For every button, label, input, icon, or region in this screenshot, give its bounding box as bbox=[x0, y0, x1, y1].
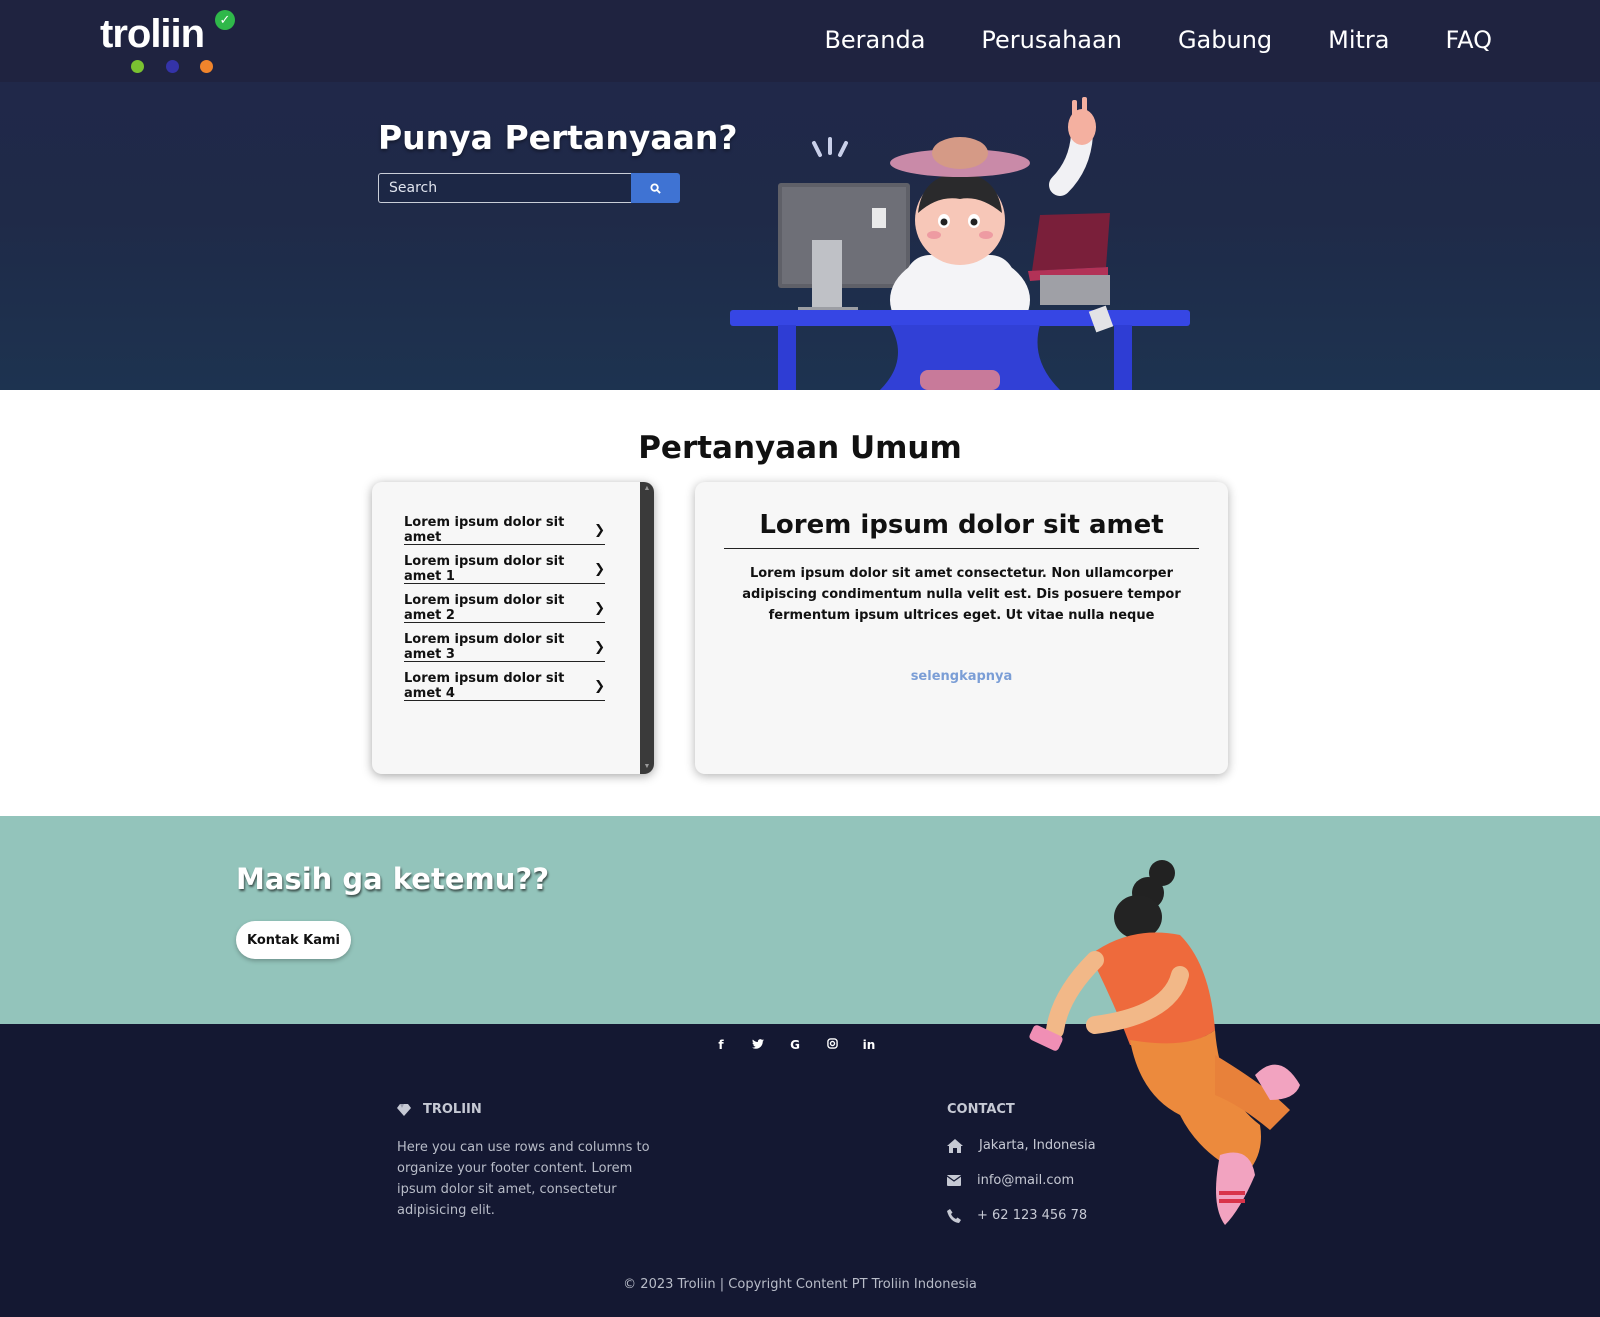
question-item[interactable]: Lorem ipsum dolor sit amet 4 ❯ bbox=[404, 662, 605, 701]
question-label: Lorem ipsum dolor sit amet 4 bbox=[404, 671, 565, 701]
footer-brand-name: TROLIIN bbox=[423, 1102, 482, 1117]
question-label: Lorem ipsum dolor sit amet 3 bbox=[404, 632, 565, 662]
question-item[interactable]: Lorem ipsum dolor sit amet 3 ❯ bbox=[404, 623, 605, 662]
home-icon bbox=[947, 1138, 963, 1153]
contact-heading: CONTACT bbox=[947, 1102, 1015, 1117]
chevron-right-icon: ❯ bbox=[594, 600, 605, 616]
cta-title: Masih ga ketemu?? bbox=[236, 862, 550, 896]
facebook-icon[interactable]: f bbox=[714, 1035, 728, 1055]
navbar: troliin ✓ Beranda Perusahaan Gabung Mitr… bbox=[0, 0, 1600, 82]
contact-button[interactable]: Kontak Kami bbox=[236, 921, 351, 959]
nav-links: Beranda Perusahaan Gabung Mitra FAQ bbox=[824, 26, 1492, 54]
google-icon[interactable]: G bbox=[788, 1035, 802, 1055]
question-label: Lorem ipsum dolor sit amet 1 bbox=[404, 554, 565, 584]
search-icon bbox=[650, 182, 661, 194]
question-item[interactable]: Lorem ipsum dolor sit amet 1 ❯ bbox=[404, 545, 605, 584]
instagram-icon[interactable] bbox=[825, 1035, 839, 1055]
question-item[interactable]: Lorem ipsum dolor sit amet 2 ❯ bbox=[404, 584, 605, 623]
gem-icon bbox=[397, 1103, 411, 1116]
scroll-up-icon[interactable]: ▲ bbox=[640, 484, 654, 494]
hero-illustration bbox=[730, 97, 1190, 390]
hero-title: Punya Pertanyaan? bbox=[378, 118, 738, 157]
logo-dot-orange bbox=[200, 60, 213, 73]
answer-body: Lorem ipsum dolor sit amet consectetur. … bbox=[742, 566, 1181, 623]
nav-link-faq[interactable]: FAQ bbox=[1446, 26, 1493, 54]
nav-link-beranda[interactable]: Beranda bbox=[824, 26, 925, 54]
chevron-right-icon: ❯ bbox=[594, 561, 605, 577]
check-icon: ✓ bbox=[215, 10, 235, 30]
scroll-down-icon[interactable]: ▼ bbox=[640, 762, 654, 772]
chevron-right-icon: ❯ bbox=[594, 678, 605, 694]
question-list: Lorem ipsum dolor sit amet ❯ Lorem ipsum… bbox=[404, 506, 605, 701]
search-input[interactable] bbox=[378, 173, 631, 203]
question-label: Lorem ipsum dolor sit amet bbox=[404, 515, 565, 545]
chevron-right-icon: ❯ bbox=[594, 522, 605, 538]
envelope-icon bbox=[947, 1175, 961, 1186]
logo[interactable]: troliin ✓ bbox=[100, 8, 240, 78]
contact-cta-section: Masih ga ketemu?? Kontak Kami bbox=[0, 816, 1600, 1024]
logo-dot-green bbox=[131, 60, 144, 73]
question-list-card: Lorem ipsum dolor sit amet ❯ Lorem ipsum… bbox=[372, 482, 654, 774]
linkedin-icon[interactable]: in bbox=[862, 1035, 876, 1055]
answer-title: Lorem ipsum dolor sit amet bbox=[724, 510, 1199, 549]
chevron-right-icon: ❯ bbox=[594, 639, 605, 655]
logo-dot-blue bbox=[166, 60, 179, 73]
nav-link-perusahaan[interactable]: Perusahaan bbox=[981, 26, 1122, 54]
twitter-icon[interactable] bbox=[751, 1035, 765, 1055]
search-bar bbox=[378, 173, 680, 203]
social-links: f G in bbox=[714, 1035, 876, 1055]
footer: f G in TROLIIN Here you can use rows and… bbox=[0, 1024, 1600, 1317]
nav-link-gabung[interactable]: Gabung bbox=[1178, 26, 1272, 54]
question-label: Lorem ipsum dolor sit amet 2 bbox=[404, 593, 565, 623]
faq-section-title: Pertanyaan Umum bbox=[638, 430, 962, 466]
nav-link-mitra[interactable]: Mitra bbox=[1328, 26, 1389, 54]
scrollbar[interactable]: ▲ ▼ bbox=[640, 482, 654, 774]
copyright: © 2023 Troliin | Copyright Content PT Tr… bbox=[623, 1277, 977, 1292]
footer-description: Here you can use rows and columns to org… bbox=[397, 1140, 650, 1218]
read-more-link[interactable]: selengkapnya bbox=[695, 669, 1228, 684]
search-button[interactable] bbox=[631, 173, 680, 203]
floating-girl-illustration bbox=[1029, 860, 1300, 1225]
footer-brand: TROLIIN bbox=[397, 1102, 482, 1117]
logo-text: troliin bbox=[100, 12, 205, 56]
question-item[interactable]: Lorem ipsum dolor sit amet ❯ bbox=[404, 506, 605, 545]
phone-icon bbox=[947, 1208, 961, 1223]
answer-card: Lorem ipsum dolor sit amet Lorem ipsum d… bbox=[695, 482, 1228, 774]
